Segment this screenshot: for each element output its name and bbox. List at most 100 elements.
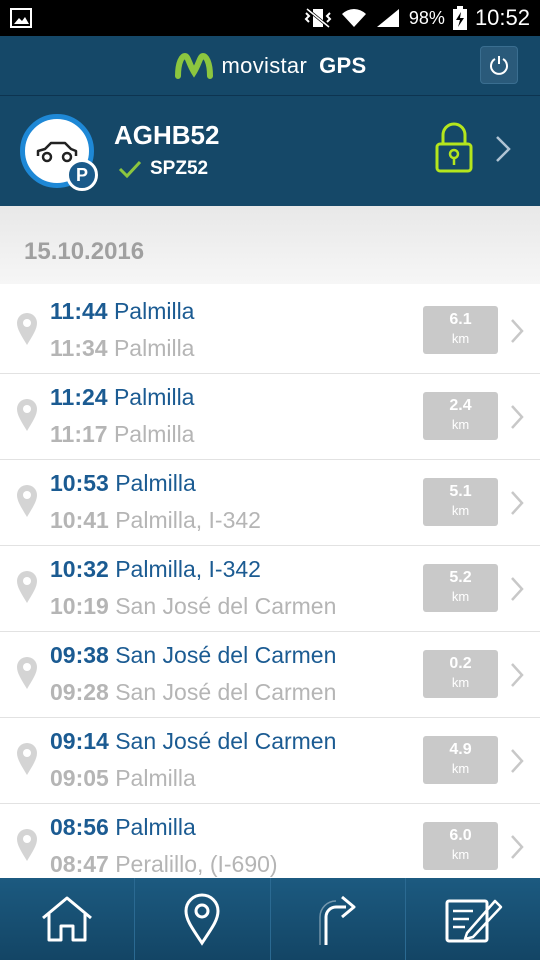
vehicle-header[interactable]: P AGHB52 SPZ52 <box>0 96 540 206</box>
trip-start-place: Palmilla, I-342 <box>115 507 261 533</box>
checkmark-icon <box>118 160 142 178</box>
distance-value: 0.2 <box>449 655 472 672</box>
bottom-navigation <box>0 878 540 960</box>
trip-end-time: 09:38 <box>50 642 109 668</box>
trip-end: 10:53 Palmilla <box>50 470 196 497</box>
distance-unit: km <box>451 589 470 604</box>
trip-end-place: San José del Carmen <box>115 642 337 668</box>
notepad-icon <box>445 899 503 943</box>
trip-start: 10:19 San José del Carmen <box>50 593 336 620</box>
trip-end-time: 11:24 <box>50 384 108 410</box>
map-pin-icon <box>16 570 38 609</box>
distance-badge: 0.2 km <box>423 650 498 698</box>
trip-start: 11:34 Palmilla <box>50 335 194 362</box>
car-icon <box>36 141 78 163</box>
trip-end: 09:38 San José del Carmen <box>50 642 336 669</box>
distance-badge: 5.1 km <box>423 478 498 526</box>
trip-end-time: 08:56 <box>50 814 109 840</box>
vibrate-mute-icon <box>303 7 333 29</box>
map-pin-icon <box>16 742 38 781</box>
trip-start-place: Peralillo, (I-690) <box>115 851 278 877</box>
trip-end-place: Palmilla, I-342 <box>115 556 261 582</box>
trip-row[interactable]: 10:32 Palmilla, I-342 10:19 San José del… <box>0 546 540 632</box>
trip-start-place: Palmilla <box>115 765 196 791</box>
trip-end-time: 09:14 <box>50 728 109 754</box>
distance-unit: km <box>451 417 470 432</box>
chevron-right-icon[interactable] <box>510 404 524 435</box>
trip-start-time: 11:17 <box>50 421 108 447</box>
power-icon <box>490 56 508 75</box>
trip-row[interactable]: 11:44 Palmilla 11:34 Palmilla 6.1 km <box>0 288 540 374</box>
chevron-right-icon[interactable] <box>510 662 524 693</box>
parking-badge: P <box>66 159 98 191</box>
date-section: 15.10.2016 <box>0 206 540 284</box>
battery-charging-icon <box>452 6 467 30</box>
distance-value: 5.1 <box>449 483 472 500</box>
trip-end-place: San José del Carmen <box>115 728 337 754</box>
trip-start-place: Palmilla <box>113 421 195 447</box>
chevron-right-icon[interactable] <box>510 576 524 607</box>
trip-row[interactable]: 09:14 San José del Carmen 09:05 Palmilla… <box>0 718 540 804</box>
power-button[interactable] <box>480 46 518 84</box>
location-pin-icon <box>184 893 220 946</box>
trip-end-place: Palmilla <box>115 814 196 840</box>
clock: 10:52 <box>474 5 530 30</box>
trip-list: 11:44 Palmilla 11:34 Palmilla 6.1 km 11:… <box>0 288 540 878</box>
distance-badge: 2.4 km <box>423 392 498 440</box>
distance-value: 6.1 <box>449 311 472 328</box>
distance-badge: 6.1 km <box>423 306 498 354</box>
distance-unit: km <box>451 847 470 862</box>
trip-end: 11:24 Palmilla <box>50 384 194 411</box>
distance-unit: km <box>451 503 470 518</box>
date-label: 15.10.2016 <box>24 238 145 265</box>
vehicle-secondary-label: SPZ52 <box>150 158 209 179</box>
trip-end-time: 10:32 <box>50 556 109 582</box>
trip-row[interactable]: 08:56 Palmilla 08:47 Peralillo, (I-690) … <box>0 804 540 878</box>
battery-percent: 98% <box>408 7 445 28</box>
trip-row[interactable]: 11:24 Palmilla 11:17 Palmilla 2.4 km <box>0 374 540 460</box>
distance-badge: 5.2 km <box>423 564 498 612</box>
trip-end-place: Palmilla <box>115 470 196 496</box>
map-pin-icon <box>16 484 38 523</box>
map-pin-icon <box>16 398 38 437</box>
chevron-right-icon[interactable] <box>510 834 524 865</box>
vehicle-secondary: SPZ52 <box>118 158 208 180</box>
trip-start-place: San José del Carmen <box>115 593 337 619</box>
nav-home-button[interactable] <box>0 878 136 960</box>
signal-icon <box>375 7 401 29</box>
vehicle-chevron-right-icon[interactable] <box>494 134 512 169</box>
trip-start-time: 08:47 <box>50 851 109 877</box>
trip-end: 10:32 Palmilla, I-342 <box>50 556 261 583</box>
chevron-right-icon[interactable] <box>510 318 524 349</box>
product-name: GPS <box>319 52 367 78</box>
trip-start-time: 09:28 <box>50 679 109 705</box>
trip-start: 11:17 Palmilla <box>50 421 194 448</box>
trip-row[interactable]: 10:53 Palmilla 10:41 Palmilla, I-342 5.1… <box>0 460 540 546</box>
trip-start: 09:05 Palmilla <box>50 765 196 792</box>
nav-location-button[interactable] <box>135 878 271 960</box>
trip-row[interactable]: 09:38 San José del Carmen 09:28 San José… <box>0 632 540 718</box>
trip-end-place: Palmilla <box>113 298 195 324</box>
home-icon <box>42 896 93 942</box>
distance-badge: 4.9 km <box>423 736 498 784</box>
trip-start-time: 09:05 <box>50 765 109 791</box>
trip-start-time: 11:34 <box>50 335 108 361</box>
trip-end-place: Palmilla <box>113 384 195 410</box>
status-bar: 98% 10:52 <box>0 0 540 36</box>
nav-route-button[interactable] <box>271 878 406 960</box>
brand-name: movistar <box>221 52 308 78</box>
app-header: movistar GPS <box>0 36 540 96</box>
trip-end: 11:44 Palmilla <box>50 298 194 325</box>
chevron-right-icon[interactable] <box>510 748 524 779</box>
chevron-right-icon[interactable] <box>510 490 524 521</box>
wifi-icon <box>341 7 367 29</box>
map-pin-icon <box>16 656 38 695</box>
brand-logo: movistar GPS <box>174 52 367 80</box>
distance-value: 2.4 <box>449 397 472 414</box>
distance-value: 5.2 <box>449 569 472 586</box>
nav-notes-button[interactable] <box>406 878 540 960</box>
map-pin-icon <box>16 312 38 351</box>
distance-value: 6.0 <box>449 827 472 844</box>
padlock-icon[interactable] <box>434 122 474 179</box>
trip-start-place: San José del Carmen <box>115 679 337 705</box>
